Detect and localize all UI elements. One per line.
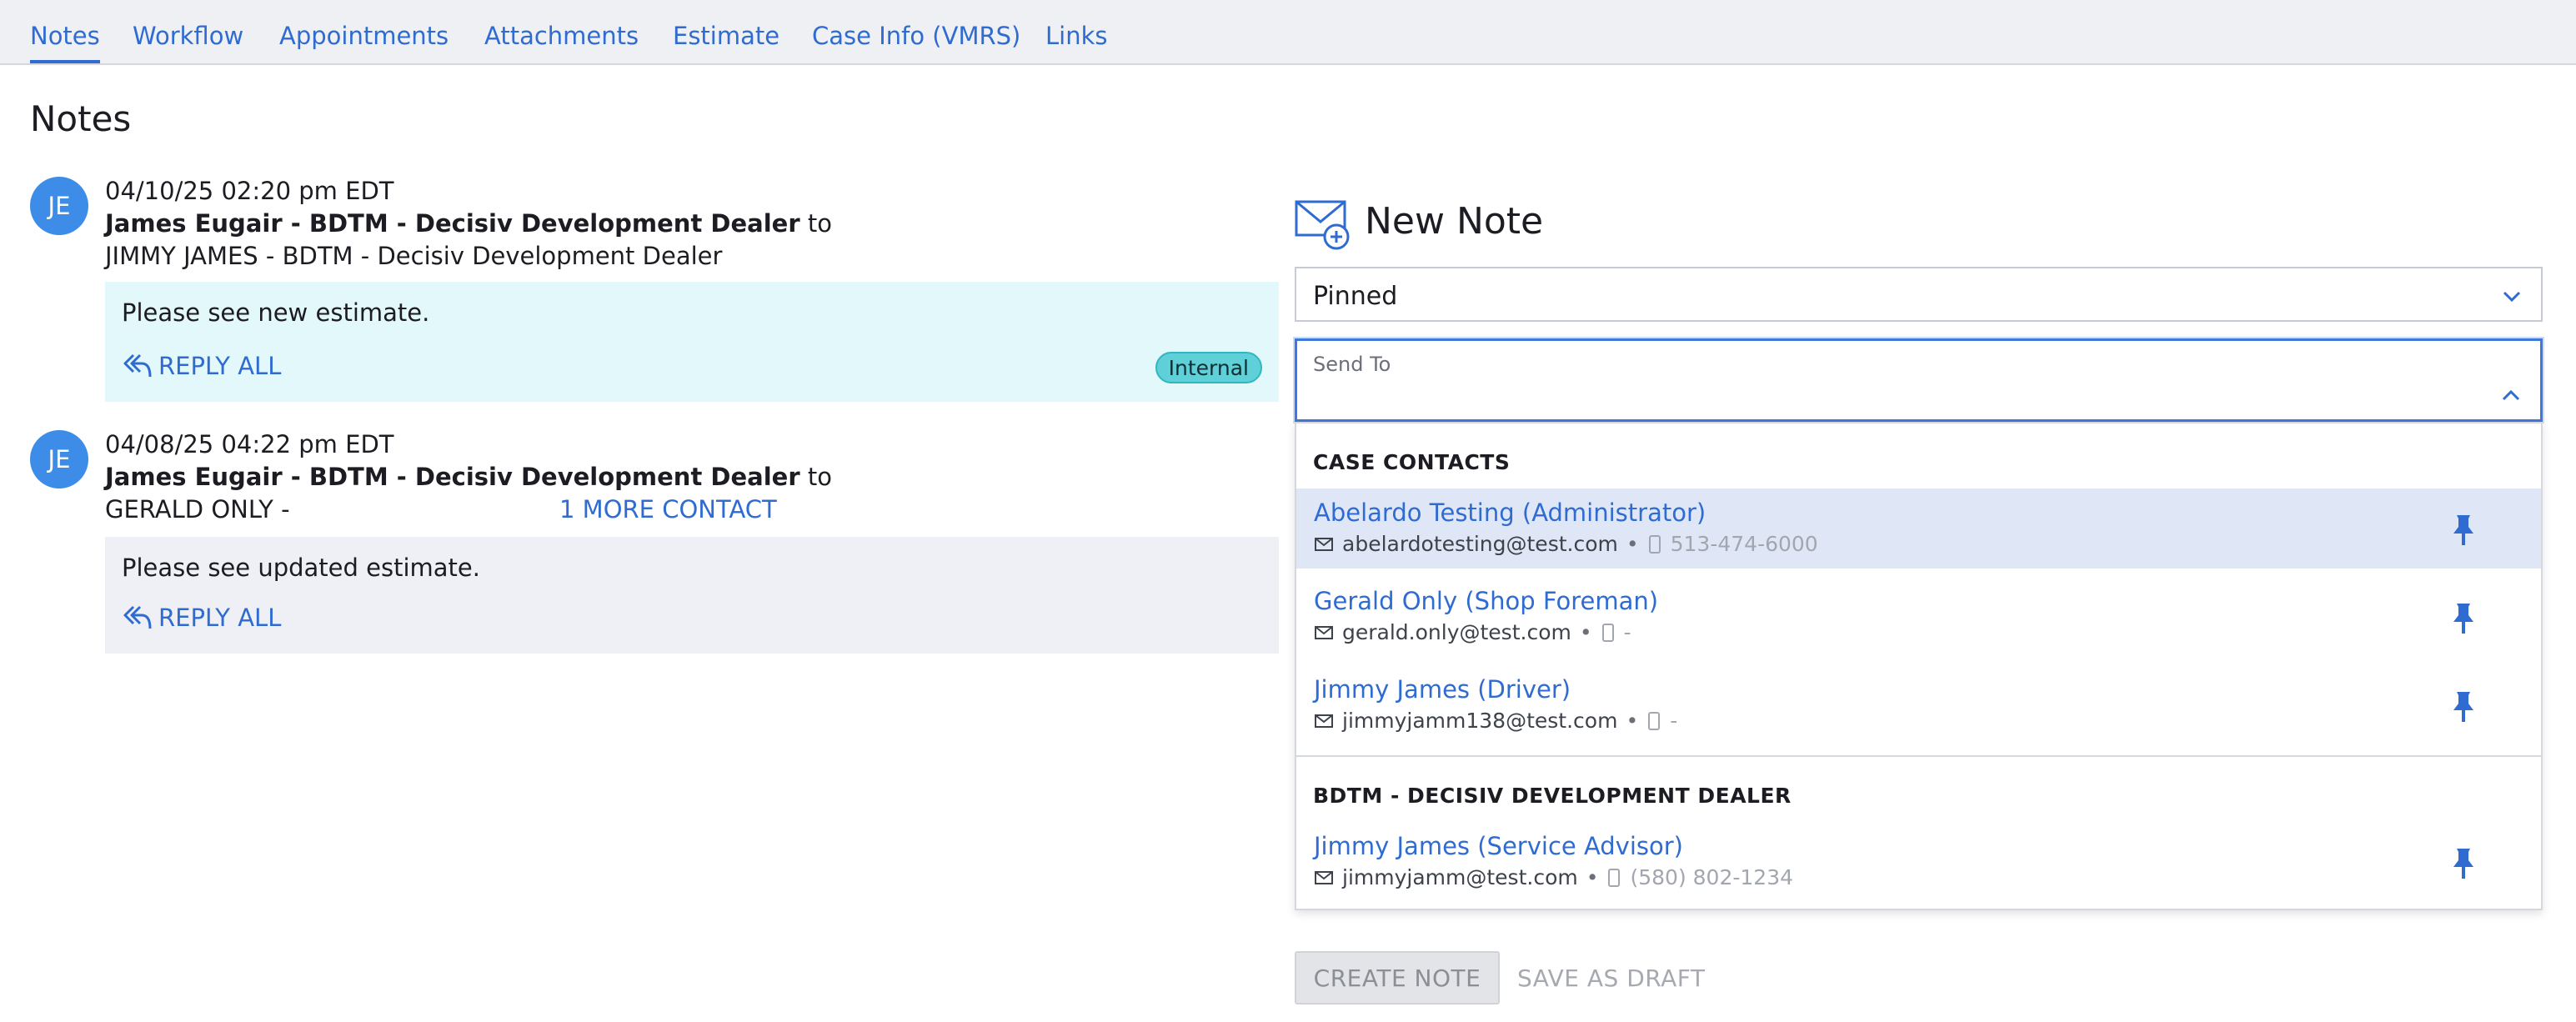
- phone-icon: [1648, 534, 1661, 554]
- pin-icon[interactable]: [2451, 514, 2476, 547]
- note-message-box: Please see new estimate. REPLY ALL Inter…: [105, 282, 1279, 402]
- mail-icon: [1315, 714, 1333, 728]
- phone-icon: [1601, 623, 1614, 642]
- note-sender-line: James Eugair - BDTM - Decisiv Developmen…: [105, 463, 832, 491]
- contact-meta: abelardotesting@test.com • 513-474-6000: [1314, 532, 1818, 556]
- note-recipients: JIMMY JAMES - BDTM - Decisiv Development…: [105, 242, 723, 270]
- tab-notes[interactable]: Notes: [30, 22, 100, 63]
- new-note-title: New Note: [1365, 200, 1544, 243]
- note-to-word: to: [807, 209, 832, 238]
- mail-icon: [1315, 625, 1333, 639]
- note-message: Please see updated estimate.: [122, 554, 480, 582]
- reply-all-icon: [123, 605, 152, 629]
- separator-dot: •: [1579, 620, 1592, 644]
- contact-role: (Administrator): [1521, 498, 1706, 527]
- tab-bar: Notes Workflow Appointments Attachments …: [0, 0, 2576, 65]
- note-timestamp: 04/10/25 02:20 pm EDT: [105, 177, 394, 205]
- contact-name-line: Jimmy James (Driver): [1314, 675, 1571, 704]
- pin-icon[interactable]: [2451, 690, 2476, 724]
- note-sender: James Eugair - BDTM - Decisiv Developmen…: [105, 209, 800, 238]
- tab-appointments[interactable]: Appointments: [279, 22, 449, 63]
- contact-name: Abelardo Testing: [1314, 498, 1515, 527]
- page-title: Notes: [30, 98, 132, 139]
- reply-all-button[interactable]: REPLY ALL: [122, 604, 281, 632]
- create-note-button[interactable]: CREATE NOTE: [1295, 951, 1500, 1004]
- envelope-plus-icon: [1295, 200, 1350, 250]
- note-message-box: Please see updated estimate. REPLY ALL: [105, 537, 1279, 654]
- note-sender-line: James Eugair - BDTM - Decisiv Developmen…: [105, 209, 832, 238]
- more-contacts-link[interactable]: 1 MORE CONTACT: [559, 495, 777, 524]
- reply-all-button[interactable]: REPLY ALL: [122, 352, 281, 380]
- mail-icon: [1315, 870, 1333, 884]
- pin-icon[interactable]: [2451, 847, 2476, 880]
- chevron-up-icon[interactable]: [2500, 384, 2522, 406]
- contacts-dropdown: CASE CONTACTS Abelardo Testing (Administ…: [1295, 422, 2543, 910]
- contact-name: Jimmy James: [1314, 675, 1471, 704]
- note-sender: James Eugair - BDTM - Decisiv Developmen…: [105, 463, 800, 491]
- contact-option[interactable]: Abelardo Testing (Administrator) abelard…: [1296, 488, 2541, 569]
- note-to-word: to: [807, 463, 832, 491]
- contact-option[interactable]: Jimmy James (Service Advisor) jimmyjamm@…: [1296, 822, 2541, 902]
- contact-role: (Shop Foreman): [1465, 587, 1659, 615]
- contact-name-line: Gerald Only (Shop Foreman): [1314, 587, 1658, 615]
- avatar: JE: [30, 430, 88, 488]
- tab-estimate[interactable]: Estimate: [673, 22, 779, 63]
- contact-option[interactable]: Gerald Only (Shop Foreman) gerald.only@t…: [1296, 577, 2541, 657]
- contact-name-line: Abelardo Testing (Administrator): [1314, 498, 1706, 527]
- internal-badge: Internal: [1155, 352, 1262, 383]
- contact-email: abelardotesting@test.com: [1342, 532, 1618, 556]
- phone-icon: [1648, 711, 1661, 730]
- save-as-draft-button[interactable]: SAVE AS DRAFT: [1517, 951, 1705, 1004]
- group-header: BDTM - DECISIV DEVELOPMENT DEALER: [1313, 784, 1792, 808]
- reply-all-label: REPLY ALL: [158, 604, 282, 632]
- tab-attachments[interactable]: Attachments: [484, 22, 639, 63]
- group-divider: [1296, 755, 2541, 757]
- tab-workflow[interactable]: Workflow: [133, 22, 243, 63]
- send-to-input[interactable]: Send To: [1295, 338, 2543, 422]
- contact-phone: -: [1670, 709, 1678, 733]
- mail-icon: [1315, 537, 1333, 551]
- contact-role: (Service Advisor): [1477, 832, 1683, 860]
- separator-dot: •: [1626, 709, 1639, 733]
- chevron-down-icon: [2503, 291, 2521, 303]
- contact-email: gerald.only@test.com: [1342, 620, 1571, 644]
- contact-email: jimmyjamm138@test.com: [1342, 709, 1618, 733]
- contact-phone: -: [1623, 620, 1631, 644]
- contact-role: (Driver): [1477, 675, 1571, 704]
- contact-name-line: Jimmy James (Service Advisor): [1314, 832, 1683, 860]
- visibility-select[interactable]: Pinned: [1295, 267, 2543, 322]
- avatar: JE: [30, 177, 88, 235]
- group-header: CASE CONTACTS: [1313, 450, 1511, 474]
- separator-dot: •: [1626, 532, 1639, 556]
- contact-meta: jimmyjamm@test.com • (580) 802-1234: [1314, 865, 1793, 889]
- send-to-label: Send To: [1313, 353, 1391, 376]
- visibility-value: Pinned: [1313, 282, 1398, 311]
- separator-dot: •: [1586, 865, 1599, 889]
- contact-name: Jimmy James: [1314, 832, 1471, 860]
- reply-all-label: REPLY ALL: [158, 352, 282, 380]
- tab-links[interactable]: Links: [1045, 22, 1108, 63]
- contact-meta: gerald.only@test.com • -: [1314, 620, 1631, 644]
- contact-option[interactable]: Jimmy James (Driver) jimmyjamm138@test.c…: [1296, 665, 2541, 745]
- reply-all-icon: [123, 353, 152, 378]
- contact-phone: 513-474-6000: [1670, 532, 1818, 556]
- contact-email: jimmyjamm@test.com: [1342, 865, 1578, 889]
- contact-phone: (580) 802-1234: [1630, 865, 1794, 889]
- tab-case-info[interactable]: Case Info (VMRS): [812, 22, 1020, 63]
- note-timestamp: 04/08/25 04:22 pm EDT: [105, 430, 394, 458]
- contact-name: Gerald Only: [1314, 587, 1458, 615]
- contact-meta: jimmyjamm138@test.com • -: [1314, 709, 1677, 733]
- pin-icon[interactable]: [2451, 602, 2476, 635]
- note-message: Please see new estimate.: [122, 298, 430, 327]
- phone-icon: [1608, 868, 1621, 887]
- note-recipients: GERALD ONLY -: [105, 495, 290, 524]
